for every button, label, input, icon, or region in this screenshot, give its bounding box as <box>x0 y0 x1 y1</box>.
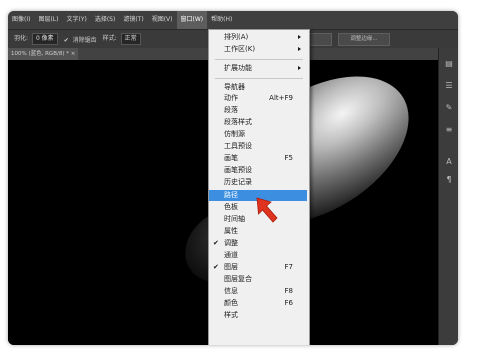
menu-item-paragraph-styles[interactable]: 段落样式 <box>209 117 307 128</box>
menu-item-workspace[interactable]: 工作区(K) <box>209 44 307 55</box>
menu-separator <box>215 59 303 60</box>
menu-item-info[interactable]: 信息 F8 <box>209 286 307 297</box>
menu-item-paragraph[interactable]: 段落 <box>209 105 307 116</box>
close-icon[interactable]: × <box>71 51 76 57</box>
menu-item-clone-source[interactable]: 仿制源 <box>209 129 307 140</box>
style-select[interactable]: 正常 <box>120 33 141 45</box>
panel-dock: ▤ ☰ ✎ ≡ A ¶ <box>438 48 458 345</box>
checkmark-icon: ✔ <box>213 239 219 247</box>
menu-item-arrange[interactable]: 排列(A) <box>209 32 307 43</box>
document-tab[interactable]: 100% (蓝色, RGB/8) * × <box>8 48 79 60</box>
height-field[interactable] <box>308 33 332 46</box>
style-group: 样式: 正常 <box>103 33 141 45</box>
menu-item-brush-presets[interactable]: 画笔预设 <box>209 165 307 176</box>
document-tab-label: 100% (蓝色, RGB/8) * <box>11 51 69 57</box>
menu-select[interactable]: 选择(S) <box>91 11 120 29</box>
menu-image[interactable]: 图像(I) <box>8 11 34 29</box>
menu-item-properties[interactable]: 属性 <box>209 226 307 237</box>
menu-item-navigator[interactable]: 导航器 <box>209 82 307 93</box>
properties-icon[interactable]: ☰ <box>443 80 455 92</box>
submenu-arrow-icon <box>298 47 301 51</box>
style-label: 样式: <box>102 35 117 42</box>
menu-item-layers[interactable]: ✔ 图层 F7 <box>209 262 307 273</box>
menu-item-brush[interactable]: 画笔 F5 <box>209 153 307 164</box>
antialias-checkbox[interactable]: ✔ <box>64 37 69 44</box>
menu-item-extensions[interactable]: 扩展功能 <box>209 63 307 74</box>
antialias-group: ✔ 消除锯齿 <box>64 35 97 44</box>
menu-item-layer-comps[interactable]: 图层复合 <box>209 274 307 285</box>
menu-item-styles[interactable]: 样式 <box>209 310 307 321</box>
menu-item-history[interactable]: 历史记录 <box>209 177 307 188</box>
menu-help[interactable]: 帮助(H) <box>207 11 236 29</box>
red-pointer-arrow-icon <box>256 197 278 223</box>
feather-input[interactable]: 0 像素 <box>31 33 58 45</box>
antialias-label: 消除锯齿 <box>72 36 97 44</box>
menu-bar: 图像(I) 图层(L) 文字(Y) 选择(S) 滤镜(T) 视图(V) 窗口(W… <box>8 11 458 29</box>
refine-edge-button[interactable]: 调整边缘... <box>338 33 390 46</box>
menu-layer[interactable]: 图层(L) <box>34 11 62 29</box>
window-menu-dropdown: 排列(A) 工作区(K) 扩展功能 导航器 动作 Alt+F9 段落 段落样式 … <box>208 29 310 345</box>
menu-separator <box>215 78 303 79</box>
photoshop-window: 图像(I) 图层(L) 文字(Y) 选择(S) 滤镜(T) 视图(V) 窗口(W… <box>8 11 458 345</box>
checkmark-icon: ✔ <box>213 263 219 271</box>
menu-item-tool-presets[interactable]: 工具预设 <box>209 141 307 152</box>
submenu-arrow-icon <box>298 35 301 39</box>
feather-group: 羽化: 0 像素 <box>14 33 58 45</box>
menu-item-color[interactable]: 颜色 F6 <box>209 298 307 309</box>
menu-type[interactable]: 文字(Y) <box>62 11 90 29</box>
menu-view[interactable]: 视图(V) <box>148 11 177 29</box>
type-icon[interactable]: A <box>443 156 455 168</box>
paragraph-icon[interactable]: ¶ <box>443 174 455 186</box>
menu-item-adjustments[interactable]: ✔ 调整 <box>209 238 307 249</box>
menu-item-channels[interactable]: 通道 <box>209 250 307 261</box>
history-icon[interactable]: ▤ <box>443 58 455 70</box>
menu-window[interactable]: 窗口(W) <box>176 11 208 29</box>
submenu-arrow-icon <box>298 66 301 70</box>
adjust-icon[interactable]: ≡ <box>443 124 455 136</box>
feather-label: 羽化: <box>14 35 29 42</box>
menu-item-actions[interactable]: 动作 Alt+F9 <box>209 93 307 104</box>
menu-filter[interactable]: 滤镜(T) <box>119 11 147 29</box>
brush-icon[interactable]: ✎ <box>443 102 455 114</box>
